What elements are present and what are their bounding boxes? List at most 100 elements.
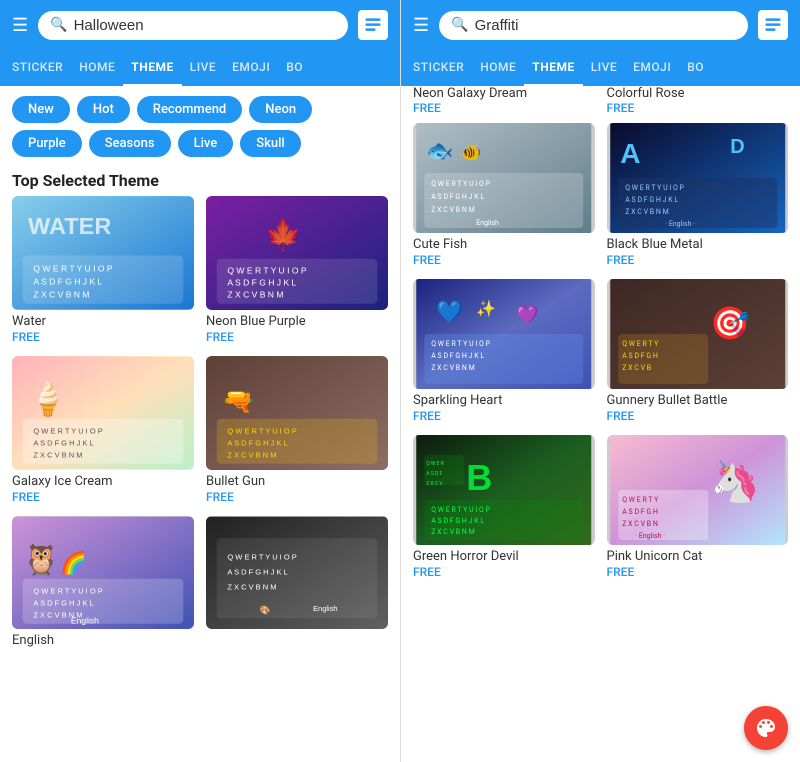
svg-text:A S D F G H J K L: A S D F G H J K L xyxy=(431,517,484,525)
partial-price-neon-galaxy: FREE xyxy=(413,101,595,115)
partial-item-neon-galaxy[interactable]: Neon Galaxy Dream FREE xyxy=(413,86,595,115)
right-tab-theme[interactable]: THEME xyxy=(524,50,582,86)
chip-recommend[interactable]: Recommend xyxy=(137,96,242,123)
left-tab-home[interactable]: HOME xyxy=(71,50,123,86)
right-tab-home[interactable]: HOME xyxy=(472,50,524,86)
chip-purple[interactable]: Purple xyxy=(12,130,82,157)
svg-text:✨: ✨ xyxy=(476,299,496,318)
right-top-partial: Neon Galaxy Dream FREE Colorful Rose FRE… xyxy=(401,86,800,123)
svg-text:Q W E R T Y: Q W E R T Y xyxy=(622,496,659,504)
right-theme-name-green-horror: Green Horror Devil xyxy=(413,549,595,564)
svg-text:D: D xyxy=(730,136,744,158)
palette-button[interactable] xyxy=(744,706,788,750)
right-theme-name-pink-unicorn: Pink Unicorn Cat xyxy=(607,549,789,564)
svg-text:🎯: 🎯 xyxy=(710,304,750,342)
svg-text:A S D F G H: A S D F G H xyxy=(622,508,658,516)
svg-text:Q W E R T Y U I O P: Q W E R T Y U I O P xyxy=(431,180,490,188)
left-tab-sticker[interactable]: STICKER xyxy=(4,50,71,86)
svg-text:🎨: 🎨 xyxy=(260,604,271,616)
right-header: ☰ 🔍 xyxy=(401,0,800,50)
right-theme-name-gunnery: Gunnery Bullet Battle xyxy=(607,393,789,408)
svg-text:Q W E R T Y U I O P: Q W E R T Y U I O P xyxy=(227,266,306,276)
theme-img-bullet: 🔫 Q W E R T Y U I O P A S D F G H J K L … xyxy=(206,356,388,470)
svg-text:Q W E R T Y U I O P: Q W E R T Y U I O P xyxy=(33,427,102,436)
chip-hot[interactable]: Hot xyxy=(77,96,130,123)
right-theme-sparkling[interactable]: 💙 ✨ 💜 Q W E R T Y U I O P A S D F G H J … xyxy=(413,279,595,423)
svg-text:A S D F G H J K L: A S D F G H J K L xyxy=(33,276,102,286)
svg-text:Q W E R T Y U I O P: Q W E R T Y U I O P xyxy=(431,340,490,348)
partial-name-colorful-rose: Colorful Rose xyxy=(607,86,789,101)
right-theme-price-gunnery: FREE xyxy=(607,409,789,423)
right-search-bar[interactable]: 🔍 xyxy=(439,11,748,40)
right-hamburger-icon[interactable]: ☰ xyxy=(413,15,429,36)
theme-img-neon: 🍁 Q W E R T Y U I O P A S D F G H J K L … xyxy=(206,196,388,310)
left-search-bar[interactable]: 🔍 xyxy=(38,11,348,40)
right-img-pink-unicorn: 🦄 Q W E R T Y A S D F G H Z X C V B N · … xyxy=(607,435,789,545)
left-tab-theme[interactable]: THEME xyxy=(123,50,181,86)
right-tab-emoji[interactable]: EMOJI xyxy=(625,50,679,86)
theme-img-water: Q W E R T Y U I O P A S D F G H J K L Z … xyxy=(12,196,194,310)
svg-text:Z X C V: Z X C V xyxy=(426,481,443,487)
svg-text:A S D F G H J K L: A S D F G H J K L xyxy=(33,598,93,607)
svg-text:Z X C V B N M: Z X C V B N M xyxy=(431,364,474,372)
theme-price-water: FREE xyxy=(12,330,194,344)
svg-text:Z X C V B N M: Z X C V B N M xyxy=(625,208,668,216)
left-search-input[interactable] xyxy=(74,17,336,34)
theme-item-english[interactable]: 🦉 🌈 Q W E R T Y U I O P A S D F G H J K … xyxy=(12,516,194,650)
svg-text:A S D F G H: A S D F G H xyxy=(622,352,658,360)
partial-item-colorful-rose[interactable]: Colorful Rose FREE xyxy=(607,86,789,115)
svg-text:· English ·: · English · xyxy=(635,532,665,540)
left-nav-tabs: STICKER HOME THEME LIVE EMOJI BO xyxy=(0,50,400,86)
right-profile-icon[interactable] xyxy=(758,10,788,40)
svg-text:Q W E R T Y U I O P: Q W E R T Y U I O P xyxy=(33,586,102,595)
svg-text:🐟: 🐟 xyxy=(426,138,453,163)
right-theme-gunnery[interactable]: 🎯 Q W E R T Y A S D F G H Z X C V B Gunn… xyxy=(607,279,789,423)
svg-text:A S D F G H J K L: A S D F G H J K L xyxy=(33,438,93,447)
svg-text:English: English xyxy=(476,219,499,227)
theme-name-bullet: Bullet Gun xyxy=(206,474,388,489)
svg-text:🐠: 🐠 xyxy=(461,145,481,162)
svg-text:💙: 💙 xyxy=(436,299,464,325)
right-tab-live[interactable]: LIVE xyxy=(583,50,625,86)
left-header: ☰ 🔍 xyxy=(0,0,400,50)
svg-text:A S D F G H J K L: A S D F G H J K L xyxy=(625,196,678,204)
right-theme-cute-fish[interactable]: 🐟 🐠 Q W E R T Y U I O P A S D F G H J K … xyxy=(413,123,595,267)
svg-text:🔫: 🔫 xyxy=(222,388,254,416)
svg-text:English: English xyxy=(313,603,338,612)
left-content: Q W E R T Y U I O P A S D F G H J K L Z … xyxy=(0,196,400,762)
right-theme-black-metal[interactable]: A D Q W E R T Y U I O P A S D F G H J K … xyxy=(607,123,789,267)
right-theme-green-horror[interactable]: B Q W E R A S D F Z X C V Q W E R T Y U … xyxy=(413,435,595,579)
right-tab-sticker[interactable]: STICKER xyxy=(405,50,472,86)
theme-item-dark[interactable]: Q W E R T Y U I O P A S D F G H J K L Z … xyxy=(206,516,388,650)
left-profile-icon[interactable] xyxy=(358,10,388,40)
theme-item-bullet[interactable]: 🔫 Q W E R T Y U I O P A S D F G H J K L … xyxy=(206,356,388,504)
right-tab-bo[interactable]: BO xyxy=(679,50,712,86)
right-theme-price-cute-fish: FREE xyxy=(413,253,595,267)
svg-text:WATER: WATER xyxy=(28,213,111,239)
right-panel: ☰ 🔍 STICKER HOME THEME LIVE EMOJI BO Neo… xyxy=(400,0,800,762)
chip-skull[interactable]: Skull xyxy=(240,130,301,157)
chip-neon[interactable]: Neon xyxy=(249,96,312,123)
right-img-green-horror: B Q W E R A S D F Z X C V Q W E R T Y U … xyxy=(413,435,595,545)
left-tab-bo[interactable]: BO xyxy=(278,50,311,86)
right-nav-tabs: STICKER HOME THEME LIVE EMOJI BO xyxy=(401,50,800,86)
theme-name-english: English xyxy=(12,633,194,648)
right-img-black-metal: A D Q W E R T Y U I O P A S D F G H J K … xyxy=(607,123,789,233)
theme-item-water[interactable]: Q W E R T Y U I O P A S D F G H J K L Z … xyxy=(12,196,194,344)
theme-img-dark: Q W E R T Y U I O P A S D F G H J K L Z … xyxy=(206,516,388,630)
theme-item-neon[interactable]: 🍁 Q W E R T Y U I O P A S D F G H J K L … xyxy=(206,196,388,344)
right-content: 🐟 🐠 Q W E R T Y U I O P A S D F G H J K … xyxy=(401,123,800,762)
theme-name-neon: Neon Blue Purple xyxy=(206,314,388,329)
svg-text:A S D F: A S D F xyxy=(426,471,442,477)
chip-live[interactable]: Live xyxy=(178,130,234,157)
theme-item-galaxy[interactable]: 🍦 Q W E R T Y U I O P A S D F G H J K L … xyxy=(12,356,194,504)
right-panel-wrapper: 🐟 🐠 Q W E R T Y U I O P A S D F G H J K … xyxy=(401,123,800,762)
right-theme-pink-unicorn[interactable]: 🦄 Q W E R T Y A S D F G H Z X C V B N · … xyxy=(607,435,789,579)
left-tab-emoji[interactable]: EMOJI xyxy=(224,50,278,86)
right-search-input[interactable] xyxy=(475,17,736,34)
left-tab-live[interactable]: LIVE xyxy=(182,50,224,86)
chip-seasons[interactable]: Seasons xyxy=(89,130,171,157)
left-hamburger-icon[interactable]: ☰ xyxy=(12,15,28,36)
chip-new[interactable]: New xyxy=(12,96,70,123)
svg-text:A S D F G H J K L: A S D F G H J K L xyxy=(431,352,484,360)
